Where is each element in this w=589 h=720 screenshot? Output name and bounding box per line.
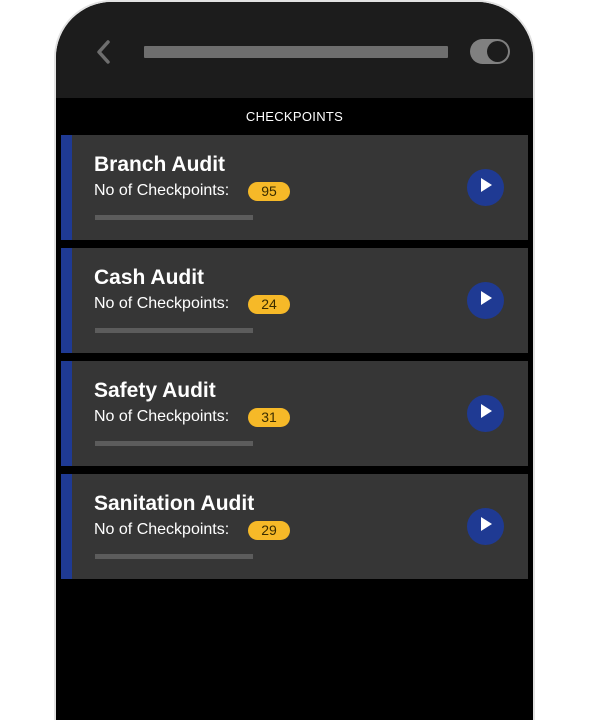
play-icon (479, 177, 493, 198)
audit-title: Safety Audit (94, 379, 216, 402)
audit-progress-bar (95, 554, 253, 559)
audit-card-branch[interactable]: Branch Audit No of Checkpoints: 95 (61, 135, 528, 240)
checkpoints-label: No of Checkpoints: (94, 182, 230, 199)
audit-card-safety[interactable]: Safety Audit No of Checkpoints: 31 (61, 361, 528, 466)
checkpoints-label: No of Checkpoints: (94, 408, 230, 425)
checkpoints-label: No of Checkpoints: (94, 521, 230, 538)
audit-title: Cash Audit (94, 266, 205, 289)
audit-progress-bar (95, 215, 253, 220)
phone-frame: CHECKPOINTS Branch Audit No of Checkpoin… (54, 0, 535, 720)
play-icon (479, 516, 493, 537)
app-header (56, 2, 533, 98)
start-audit-button[interactable] (467, 169, 504, 206)
play-icon (479, 403, 493, 424)
header-title-placeholder (144, 46, 448, 58)
section-title: CHECKPOINTS (245, 109, 344, 124)
start-audit-button[interactable] (467, 282, 504, 319)
checkpoint-count-badge: 95 (248, 182, 290, 201)
start-audit-button[interactable] (467, 508, 504, 545)
audit-progress-bar (95, 328, 253, 333)
audit-card-cash[interactable]: Cash Audit No of Checkpoints: 24 (61, 248, 528, 353)
audit-title: Sanitation Audit (94, 492, 255, 515)
checkpoints-label: No of Checkpoints: (94, 295, 230, 312)
header-toggle[interactable] (470, 39, 510, 64)
toggle-knob (487, 41, 508, 62)
checkpoint-count-badge: 24 (248, 295, 290, 314)
audit-list: Branch Audit No of Checkpoints: 95 Cash … (61, 135, 528, 587)
back-button[interactable] (90, 36, 116, 68)
chevron-left-icon (96, 40, 110, 64)
audit-title: Branch Audit (94, 153, 226, 176)
audit-card-sanitation[interactable]: Sanitation Audit No of Checkpoints: 29 (61, 474, 528, 579)
checkpoint-count-badge: 31 (248, 408, 290, 427)
checkpoint-count-badge: 29 (248, 521, 290, 540)
audit-progress-bar (95, 441, 253, 446)
start-audit-button[interactable] (467, 395, 504, 432)
play-icon (479, 290, 493, 311)
